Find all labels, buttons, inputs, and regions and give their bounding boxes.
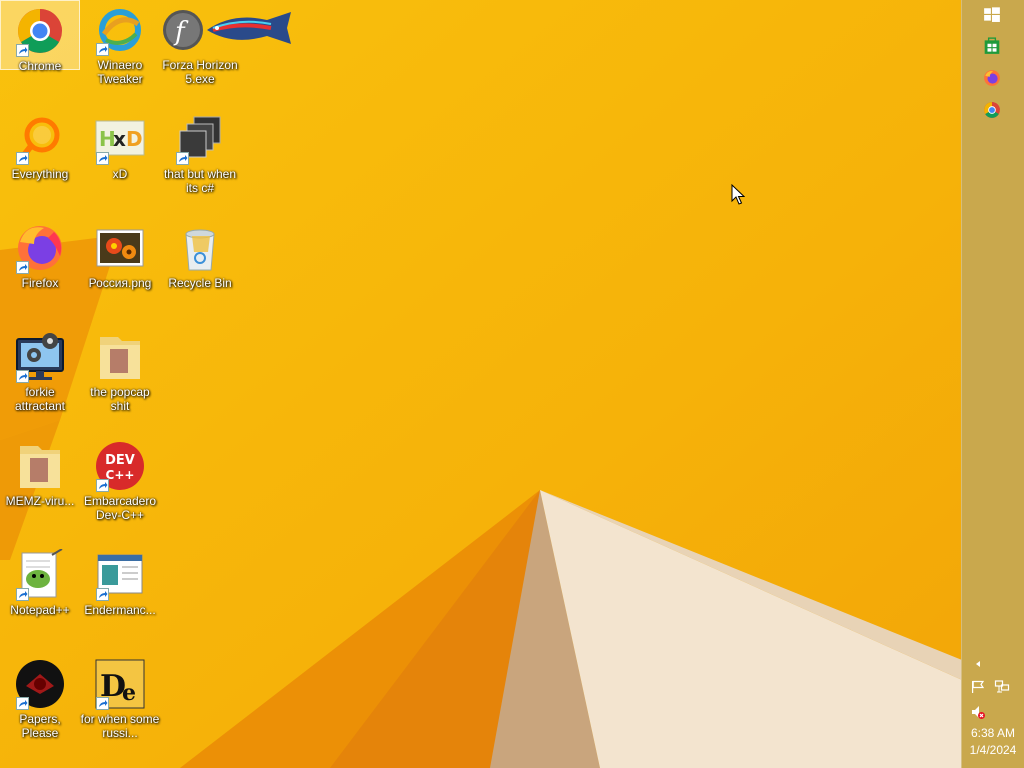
desktop-icon-label: xD [112,167,128,181]
chrome-icon [14,5,66,57]
desktop-icon-label: Forza Horizon 5.exe [162,58,238,86]
shortcut-arrow-icon [16,588,29,601]
windows-logo-icon [984,7,1000,22]
desktop-icon-the-popcap-shit[interactable]: the popcap shit [80,327,160,432]
show-hidden-icons-button[interactable] [970,656,980,672]
desktop-icon-everything[interactable]: Everything [0,109,80,214]
shortcut-arrow-icon [96,43,109,56]
desktop-icon-forkie-attractant[interactable]: forkie attractant [0,327,80,432]
devcpp-icon: DEV C++ [94,440,146,492]
taskbar-chrome-button[interactable] [980,98,1004,122]
taskbar: 6:38 AM 1/4/2024 [961,0,1024,768]
action-center-flag[interactable] [970,679,986,695]
desktop-icon-chrome[interactable]: Chrome [0,0,80,73]
desktop-icon-label: Recycle Bin [168,276,232,290]
desktop-icon-label: the popcap shit [90,385,150,413]
desktop-icon-winaero-tweaker[interactable]: Winaero Tweaker [80,0,160,105]
flash-fish-icon: f [162,4,293,56]
flag-icon [972,680,985,693]
desktop-icon-memz-viru[interactable]: MEMZ-viru... [0,436,80,541]
shortcut-arrow-icon [176,152,189,165]
desktop-icon-label: Firefox [21,276,59,290]
recycle-bin-icon [174,222,226,274]
store-icon [984,37,1000,54]
firefox-icon [14,222,66,274]
svg-text:x: x [113,127,126,151]
svg-text:D: D [126,127,143,151]
folder-icon [94,331,146,383]
svg-text:DEV: DEV [105,453,135,468]
winaero-icon [94,4,146,56]
window-app-icon [94,549,146,601]
desktop-icon-embarcadero-dev-c[interactable]: DEV C++ Embarcadero Dev-C++ [80,436,160,541]
notepadpp-icon [14,549,66,601]
desktop-icon-papers-please[interactable]: Papers, Please [0,654,80,759]
desktop-icon-label: Embarcadero Dev-C++ [83,494,157,522]
desktop-icon-label: Papers, Please [19,712,61,740]
start-button[interactable] [980,3,1004,27]
desktop-icon-label: for when some russi... [80,712,160,740]
desktop-icon-label: Chrome [18,59,62,73]
chrome-icon [984,102,1000,118]
desktop-icon-for-when-some-russi[interactable]: De for when some russi... [80,654,160,759]
desktop-icon-label: Notepad++ [10,603,70,617]
desktop-icon-россия-png[interactable]: Россия.png [80,218,160,323]
mouse-cursor-icon [731,184,745,205]
shortcut-arrow-icon [96,697,109,710]
desktop-icon-endermanc[interactable]: Endermanc... [80,545,160,650]
desktop-icon-label: Everything [11,167,69,181]
shortcut-arrow-icon [16,370,29,383]
taskbar-store-button[interactable] [980,34,1004,58]
folder-icon [14,440,66,492]
de-icon: De [94,658,146,710]
svg-text:C++: C++ [106,468,135,482]
volume-tray-icon[interactable] [970,704,986,720]
desktop-icon-that-but-when-its-c[interactable]: that but when its c# [160,109,240,214]
everything-search-icon [14,113,66,165]
shortcut-arrow-icon [16,152,29,165]
desktop-icon-notepad[interactable]: Notepad++ [0,545,80,650]
papers-please-icon [14,658,66,710]
stacked-windows-icon [174,113,226,165]
chevron-left-icon [976,661,980,667]
shortcut-arrow-icon [16,261,29,274]
shortcut-arrow-icon [16,44,29,57]
monitor-gears-icon [14,331,66,383]
network-tray-icon[interactable] [994,679,1010,695]
desktop-icon-label: MEMZ-viru... [5,494,75,508]
desktop-icon-firefox[interactable]: Firefox [0,218,80,323]
desktop-icon-label: that but when its c# [163,167,237,195]
flower-image-icon [94,222,146,274]
taskbar-firefox-button[interactable] [980,66,1004,90]
clock-date[interactable]: 1/4/2024 [962,743,1024,758]
shortcut-arrow-icon [96,479,109,492]
desktop-icon-label: forkie attractant [14,385,66,413]
desktop-icon-recycle-bin[interactable]: Recycle Bin [160,218,240,323]
desktop-icon-label: Россия.png [88,276,152,290]
svg-text:e: e [122,680,136,706]
hxd-icon: HxD [94,113,146,165]
shortcut-arrow-icon [96,152,109,165]
desktop-icon-xd[interactable]: Hx DxD [80,109,160,214]
firefox-icon [984,70,1000,86]
clock-time[interactable]: 6:38 AM [962,726,1024,741]
shortcut-arrow-icon [96,588,109,601]
volume-muted-icon [972,706,985,719]
desktop-icon-forza-horizon-5-exe[interactable]: f Forza Horizon 5.exe [160,0,291,105]
network-icon [994,680,1010,693]
desktop-icon-label: Winaero Tweaker [97,58,143,86]
desktop-icon-label: Endermanc... [84,603,156,617]
shortcut-arrow-icon [16,697,29,710]
